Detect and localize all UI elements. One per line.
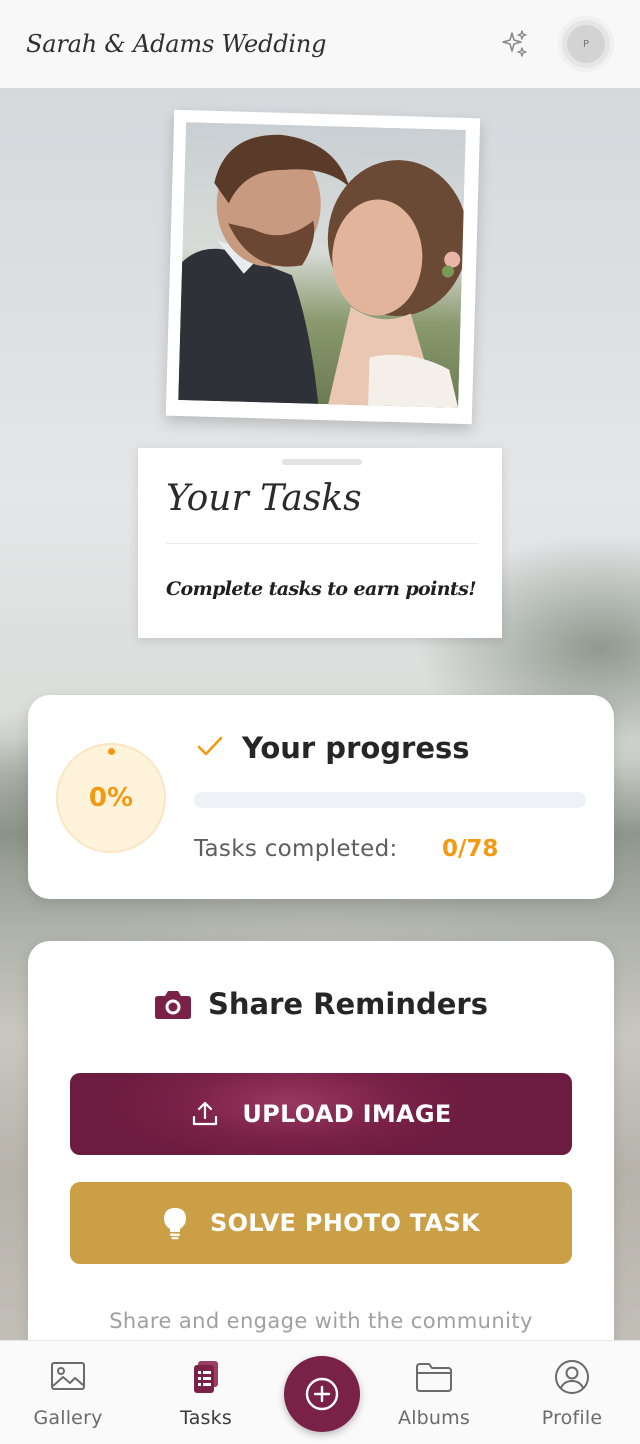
progress-card: 0% Your progress Tasks completed: 0/78	[28, 695, 614, 899]
solve-photo-task-button[interactable]: SOLVE PHOTO TASK	[70, 1182, 572, 1264]
avatar-initial: P	[567, 25, 605, 63]
nav-item-profile[interactable]: Profile	[512, 1359, 632, 1429]
note-tape	[282, 459, 362, 465]
clipboard-icon	[194, 1361, 218, 1393]
share-header: Share Reminders	[28, 987, 614, 1021]
nav-item-tasks[interactable]: Tasks	[146, 1359, 266, 1429]
folder-icon	[416, 1363, 452, 1392]
add-button[interactable]	[284, 1356, 360, 1432]
solve-photo-task-label: SOLVE PHOTO TASK	[210, 1209, 480, 1237]
share-title: Share Reminders	[208, 987, 488, 1021]
app-header: Sarah & Adams Wedding P	[0, 0, 640, 88]
share-footer-text: Share and engage with the community	[109, 1309, 533, 1333]
upload-image-button[interactable]: UPLOAD IMAGE	[70, 1073, 572, 1155]
couple-photo	[178, 122, 466, 408]
tasks-completed-label: Tasks completed:	[194, 836, 398, 862]
tasks-subtitle: Complete tasks to earn points!	[166, 578, 477, 600]
lightbulb-icon	[164, 1208, 186, 1240]
nav-label-gallery: Gallery	[33, 1407, 103, 1429]
note-divider	[166, 543, 478, 544]
tasks-title: Your Tasks	[166, 478, 362, 519]
couple-photo-frame	[165, 109, 481, 425]
upload-icon	[193, 1101, 218, 1126]
share-reminders-card: Share Reminders UPLOAD IMAGE SOLVE PHOTO…	[28, 941, 614, 1361]
camera-icon	[155, 991, 192, 1019]
sparkle-icon[interactable]	[500, 29, 530, 59]
progress-ring: 0%	[56, 743, 166, 853]
upload-image-label: UPLOAD IMAGE	[242, 1100, 452, 1128]
nav-item-gallery[interactable]: Gallery	[8, 1359, 128, 1429]
avatar[interactable]: P	[558, 16, 614, 72]
nav-label-tasks: Tasks	[180, 1407, 232, 1429]
header-actions: P	[500, 16, 614, 72]
progress-bar	[194, 792, 586, 808]
app-title: Sarah & Adams Wedding	[26, 30, 327, 58]
progress-percent: 0%	[88, 783, 134, 813]
nav-label-albums: Albums	[398, 1407, 470, 1429]
plus-circle-icon	[305, 1377, 339, 1411]
user-circle-icon	[555, 1360, 589, 1394]
progress-title: Your progress	[242, 731, 470, 765]
check-icon	[197, 736, 223, 756]
tasks-note: Your Tasks Complete tasks to earn points…	[138, 448, 502, 638]
nav-item-albums[interactable]: Albums	[374, 1359, 494, 1429]
nav-label-profile: Profile	[541, 1407, 603, 1429]
tasks-completed-count: 0/78	[442, 836, 499, 862]
progress-ring-marker	[108, 748, 115, 755]
image-icon	[51, 1362, 85, 1390]
